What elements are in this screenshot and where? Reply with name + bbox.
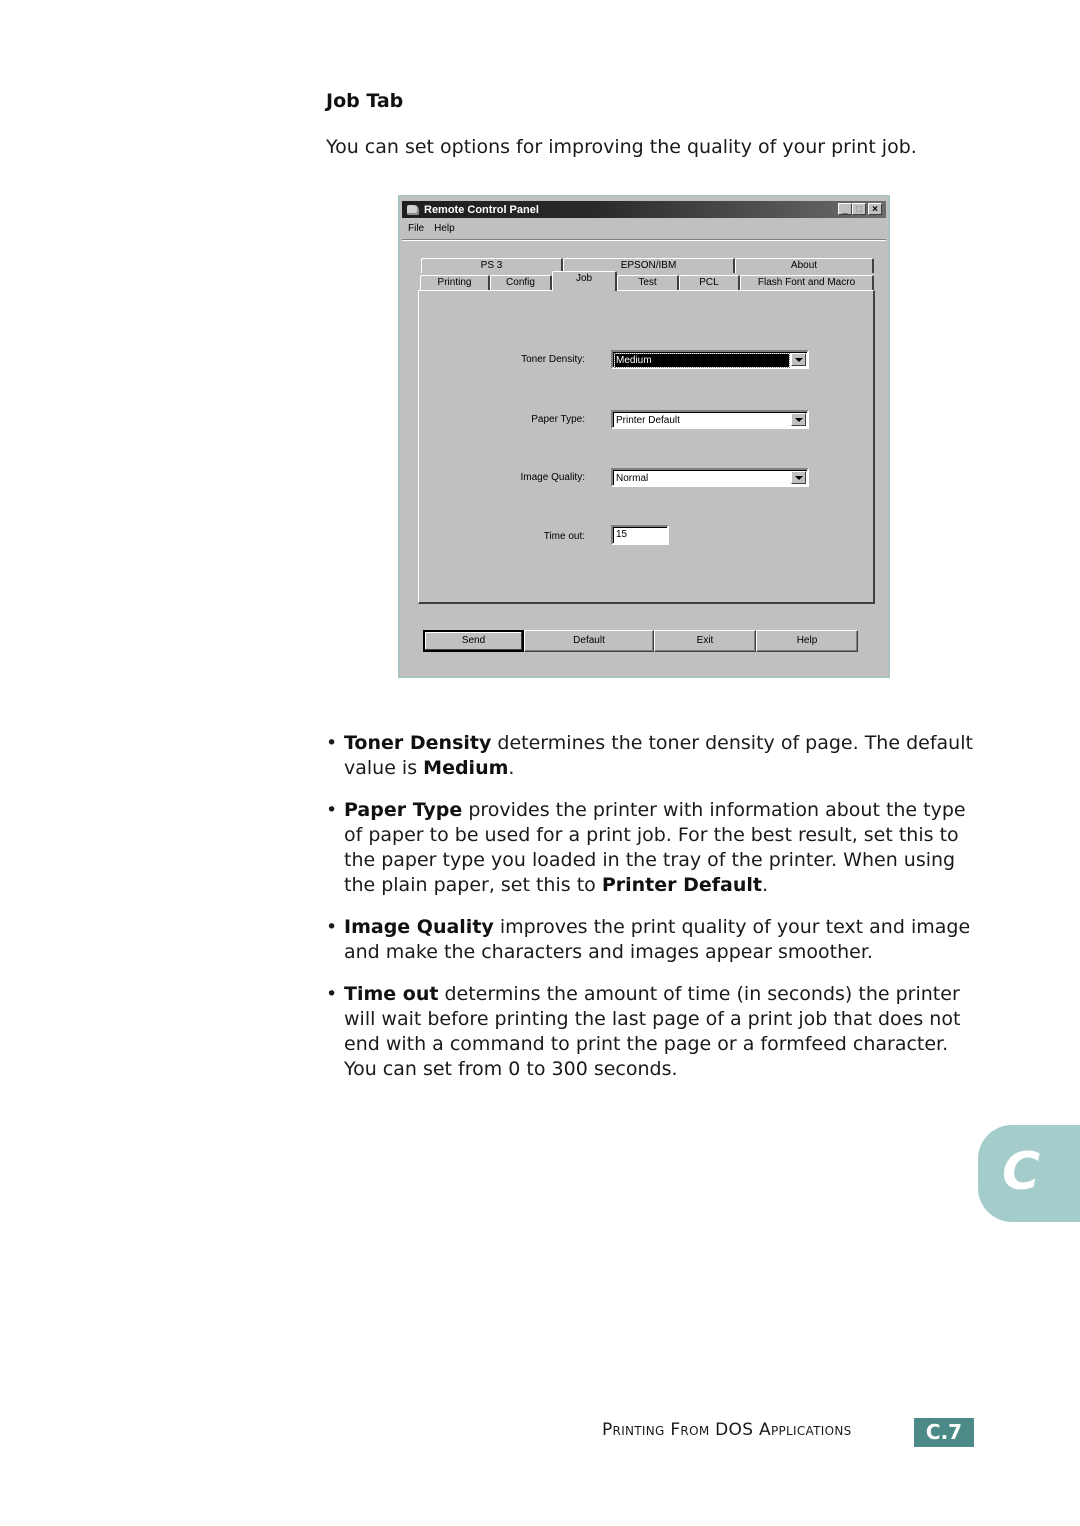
- exit-button[interactable]: Exit: [654, 630, 756, 652]
- title-bar[interactable]: Remote Control Panel _ □ ×: [402, 201, 886, 218]
- close-button[interactable]: ×: [868, 203, 882, 215]
- menu-help[interactable]: Help: [434, 223, 455, 234]
- printer-app-icon: [406, 204, 420, 216]
- punctuation: .: [761, 874, 769, 896]
- toner-density-label: Toner Density:: [521, 354, 585, 365]
- menu-separator: [402, 239, 886, 241]
- menu-bar: File Help: [408, 223, 455, 234]
- term: Toner Density: [344, 732, 492, 754]
- menu-file[interactable]: File: [408, 223, 424, 234]
- bullet-toner-density: • Toner Density determines the toner dens…: [326, 732, 973, 779]
- paper-type-value: Printer Default: [616, 415, 680, 426]
- tab-test[interactable]: Test: [617, 275, 679, 290]
- chevron-down-icon[interactable]: [791, 353, 806, 366]
- chevron-down-icon[interactable]: [791, 413, 806, 426]
- job-tab-panel: Toner Density: Medium Paper Type: Printe…: [418, 290, 875, 604]
- default-button[interactable]: Default: [524, 630, 654, 652]
- minimize-button[interactable]: _: [838, 203, 852, 215]
- remote-control-panel-window: Remote Control Panel _ □ × File Help PS …: [400, 197, 888, 676]
- screenshot-frame: Remote Control Panel _ □ × File Help PS …: [398, 195, 890, 678]
- paper-type-label: Paper Type:: [531, 414, 585, 425]
- window-title: Remote Control Panel: [424, 203, 539, 216]
- tab-ps3[interactable]: PS 3: [421, 258, 563, 273]
- help-button[interactable]: Help: [756, 630, 858, 652]
- bullet-time-out: • Time out determins the amount of time (…: [326, 983, 961, 1080]
- page-number: C.7: [914, 1418, 974, 1447]
- term: Printer Default: [601, 874, 762, 896]
- image-quality-value: Normal: [616, 473, 649, 484]
- term: Image Quality: [344, 916, 494, 938]
- chevron-down-icon[interactable]: [791, 471, 806, 484]
- tab-about[interactable]: About: [735, 258, 874, 273]
- tab-pcl[interactable]: PCL: [679, 275, 740, 290]
- send-button[interactable]: Send: [423, 630, 524, 652]
- section-heading: Job Tab: [326, 90, 404, 112]
- maximize-button[interactable]: □: [852, 203, 866, 215]
- image-quality-label: Image Quality:: [520, 472, 585, 483]
- bullet-image-quality: • Image Quality improves the print qualit…: [326, 916, 971, 963]
- tab-config[interactable]: Config: [490, 275, 552, 290]
- footer-section-title: Printing From DOS Applications: [602, 1420, 852, 1440]
- tab-printing[interactable]: Printing: [420, 275, 490, 290]
- intro-paragraph: You can set options for improving the qu…: [326, 136, 917, 158]
- term: Medium: [423, 757, 509, 779]
- term: Paper Type: [344, 799, 463, 821]
- punctuation: .: [508, 757, 515, 779]
- term: Time out: [344, 983, 439, 1005]
- toner-density-select[interactable]: Medium: [611, 350, 809, 369]
- time-out-input[interactable]: 15: [611, 525, 669, 545]
- tab-job[interactable]: Job: [552, 271, 617, 291]
- chapter-letter: C: [1002, 1142, 1041, 1202]
- time-out-label: Time out:: [543, 531, 585, 542]
- paper-type-select[interactable]: Printer Default: [611, 410, 809, 429]
- tab-flash-font-and-macro[interactable]: Flash Font and Macro: [740, 275, 874, 290]
- option-descriptions: • Toner Density determines the toner dens…: [326, 731, 986, 1099]
- bullet-paper-type: • Paper Type provides the printer with in…: [326, 799, 966, 896]
- image-quality-select[interactable]: Normal: [611, 468, 809, 487]
- toner-density-value: Medium: [614, 353, 790, 368]
